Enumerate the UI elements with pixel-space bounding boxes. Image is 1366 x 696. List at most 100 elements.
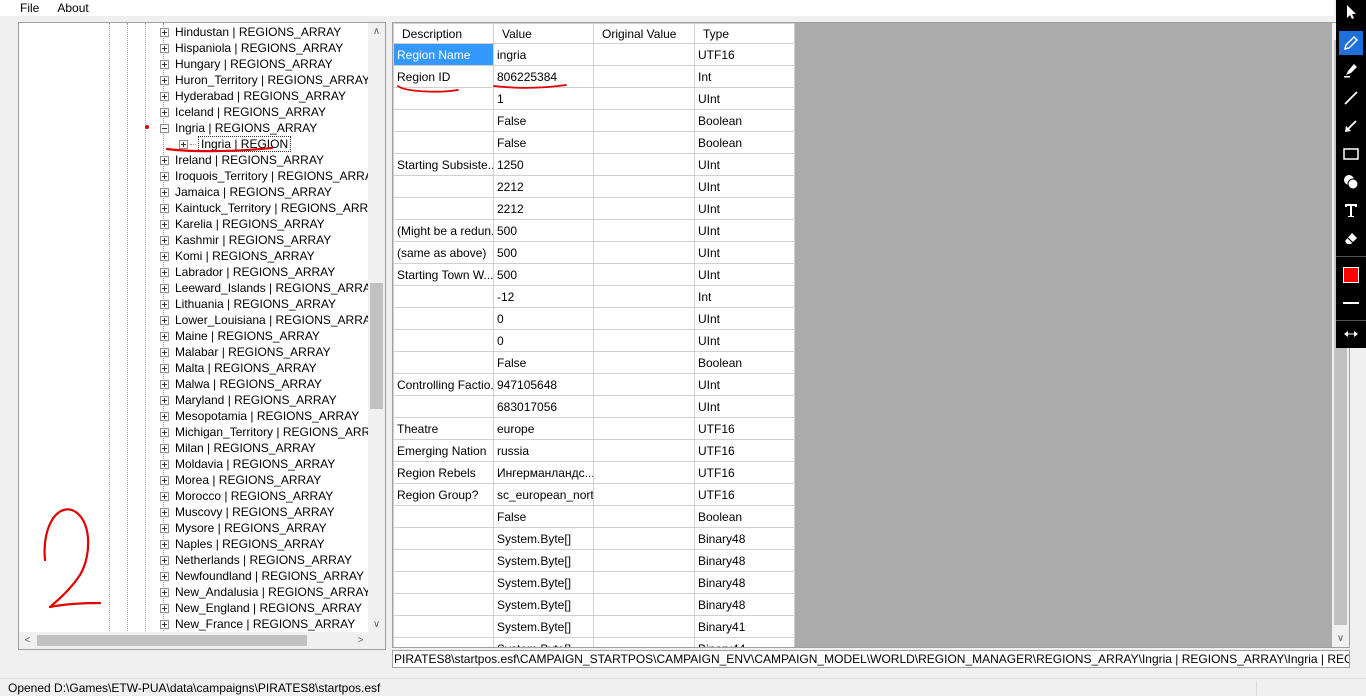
cell-value[interactable]: 947105648 <box>493 373 594 396</box>
tree-item[interactable]: Labrador | REGIONS_ARRAY <box>160 264 335 280</box>
tree-hscroll-thumb[interactable] <box>37 635 307 646</box>
grid-row[interactable]: -12 Int <box>393 285 795 308</box>
tree-item[interactable]: Moldavia | REGIONS_ARRAY <box>160 456 335 472</box>
eraser-icon[interactable] <box>1339 226 1363 250</box>
grid-row[interactable]: (Might be a redun... 500 UInt <box>393 219 795 242</box>
scroll-left-arrow-icon[interactable]: < <box>19 632 36 649</box>
tree-item[interactable]: Malabar | REGIONS_ARRAY <box>160 344 331 360</box>
tree-item[interactable]: Komi | REGIONS_ARRAY <box>160 248 315 264</box>
expand-toggle-icon[interactable] <box>160 619 169 629</box>
tree-item[interactable]: Maryland | REGIONS_ARRAY <box>160 392 337 408</box>
tree-item[interactable]: Malwa | REGIONS_ARRAY <box>160 376 322 392</box>
tree-item[interactable]: Hindustan | REGIONS_ARRAY <box>160 24 341 40</box>
expand-toggle-icon[interactable] <box>160 91 169 101</box>
cell-value[interactable]: System.Byte[] <box>493 637 594 647</box>
line-icon[interactable] <box>1339 86 1363 110</box>
cell-value[interactable]: 1250 <box>493 153 594 176</box>
tree-item[interactable]: Hungary | REGIONS_ARRAY <box>160 56 333 72</box>
grid-row[interactable]: Controlling Factio... 947105648 UInt <box>393 373 795 396</box>
scroll-right-arrow-icon[interactable]: > <box>352 632 369 649</box>
cursor-icon[interactable] <box>1339 0 1363 24</box>
expand-toggle-icon[interactable] <box>160 331 169 341</box>
cell-value[interactable]: 2212 <box>493 175 594 198</box>
grid-row[interactable]: System.Byte[] Binary41 <box>393 615 795 638</box>
grid-row[interactable]: (same as above) 500 UInt <box>393 241 795 264</box>
tree-item[interactable]: Mesopotamia | REGIONS_ARRAY <box>160 408 359 424</box>
tree-item[interactable]: Milan | REGIONS_ARRAY <box>160 440 316 456</box>
grid-row[interactable]: System.Byte[] Binary48 <box>393 593 795 616</box>
tree-item[interactable]: Kashmir | REGIONS_ARRAY <box>160 232 331 248</box>
cell-value[interactable]: System.Byte[] <box>493 549 594 572</box>
expand-toggle-icon[interactable] <box>160 267 169 277</box>
expand-toggle-icon[interactable] <box>160 571 169 581</box>
grid-row[interactable]: False Boolean <box>393 131 795 154</box>
tree-item[interactable]: Leeward_Islands | REGIONS_ARRAY <box>160 280 369 296</box>
column-header-value[interactable]: Value <box>493 23 594 44</box>
expand-toggle-icon[interactable] <box>160 59 169 69</box>
expand-toggle-icon[interactable] <box>160 283 169 293</box>
grid-row[interactable]: 2212 UInt <box>393 197 795 220</box>
tree-child-item[interactable]: Ingria | REGION <box>179 136 292 152</box>
cell-value[interactable]: -12 <box>493 285 594 308</box>
tree-item[interactable]: Mysore | REGIONS_ARRAY <box>160 520 327 536</box>
tree-item[interactable]: Ingria | REGIONS_ARRAY <box>160 120 317 136</box>
cell-value[interactable]: False <box>493 351 594 374</box>
expand-toggle-icon[interactable] <box>160 187 169 197</box>
grid-row[interactable]: False Boolean <box>393 505 795 528</box>
grid-row[interactable]: Starting Town W... 500 UInt <box>393 263 795 286</box>
expand-toggle-icon[interactable] <box>160 475 169 485</box>
grid-row[interactable]: System.Byte[] Binary48 <box>393 549 795 572</box>
cell-value[interactable]: 500 <box>493 219 594 242</box>
expand-toggle-icon[interactable] <box>160 315 169 325</box>
expand-toggle-icon[interactable] <box>160 603 169 613</box>
cell-value[interactable]: False <box>493 505 594 528</box>
grid-row[interactable]: False Boolean <box>393 351 795 374</box>
cell-value[interactable]: 683017056 <box>493 395 594 418</box>
expand-toggle-icon[interactable] <box>179 139 188 149</box>
expand-toggle-icon[interactable] <box>160 107 169 117</box>
column-header-type[interactable]: Type <box>694 23 795 44</box>
grid-row[interactable]: System.Byte[] Binary48 <box>393 527 795 550</box>
properties-grid[interactable]: Description Value Original Value Type Re… <box>392 22 1350 648</box>
tree-scroll-thumb[interactable] <box>370 283 383 409</box>
grid-row[interactable]: Emerging Nation russia UTF16 <box>393 439 795 462</box>
grid-row[interactable]: Theatre europe UTF16 <box>393 417 795 440</box>
cell-value[interactable]: System.Byte[] <box>493 615 594 638</box>
cell-value[interactable]: System.Byte[] <box>493 593 594 616</box>
cell-value[interactable]: russia <box>493 439 594 462</box>
tree-item[interactable]: Hispaniola | REGIONS_ARRAY <box>160 40 343 56</box>
column-header-description[interactable]: Description <box>393 23 494 44</box>
expand-toggle-icon[interactable] <box>160 299 169 309</box>
grid-row[interactable]: False Boolean <box>393 109 795 132</box>
tree-item[interactable]: Jamaica | REGIONS_ARRAY <box>160 184 332 200</box>
menu-about[interactable]: About <box>49 1 98 15</box>
expand-toggle-icon[interactable] <box>160 507 169 517</box>
grid-row[interactable]: Region Group? sc_european_north UTF16 <box>393 483 795 506</box>
tree-vertical-scrollbar[interactable]: ∧ ∨ <box>368 23 385 633</box>
expand-toggle-icon[interactable] <box>160 555 169 565</box>
tree-item[interactable]: New_England | REGIONS_ARRAY <box>160 600 362 616</box>
grid-row[interactable]: Region ID 806225384 Int <box>393 65 795 88</box>
expand-toggle-icon[interactable] <box>160 235 169 245</box>
tree-item[interactable]: Lithuania | REGIONS_ARRAY <box>160 296 336 312</box>
expand-toggle-icon[interactable] <box>160 43 169 53</box>
collapse-toggle-icon[interactable] <box>160 123 169 133</box>
cell-value[interactable]: Ингерманландс... <box>493 461 594 484</box>
grid-row[interactable]: System.Byte[] Binary44 <box>393 637 795 647</box>
tree-item[interactable]: Huron_Territory | REGIONS_ARRAY <box>160 72 369 88</box>
expand-toggle-icon[interactable] <box>160 539 169 549</box>
expand-toggle-icon[interactable] <box>160 347 169 357</box>
expand-toggle-icon[interactable] <box>160 443 169 453</box>
expand-toggle-icon[interactable] <box>160 379 169 389</box>
grid-row[interactable]: 0 UInt <box>393 329 795 352</box>
expand-toggle-icon[interactable] <box>160 27 169 37</box>
cell-value[interactable]: False <box>493 131 594 154</box>
grid-row[interactable]: 1 UInt <box>393 87 795 110</box>
grid-row[interactable]: Region Name ingria UTF16 <box>393 43 795 66</box>
expand-toggle-icon[interactable] <box>160 251 169 261</box>
grid-row[interactable]: System.Byte[] Binary48 <box>393 571 795 594</box>
tree-view[interactable]: Hindustan | REGIONS_ARRAY Hispaniola | RE… <box>18 22 386 650</box>
line-width-icon[interactable] <box>1339 291 1363 315</box>
tree-item[interactable]: Morocco | REGIONS_ARRAY <box>160 488 333 504</box>
expand-toggle-icon[interactable] <box>160 171 169 181</box>
